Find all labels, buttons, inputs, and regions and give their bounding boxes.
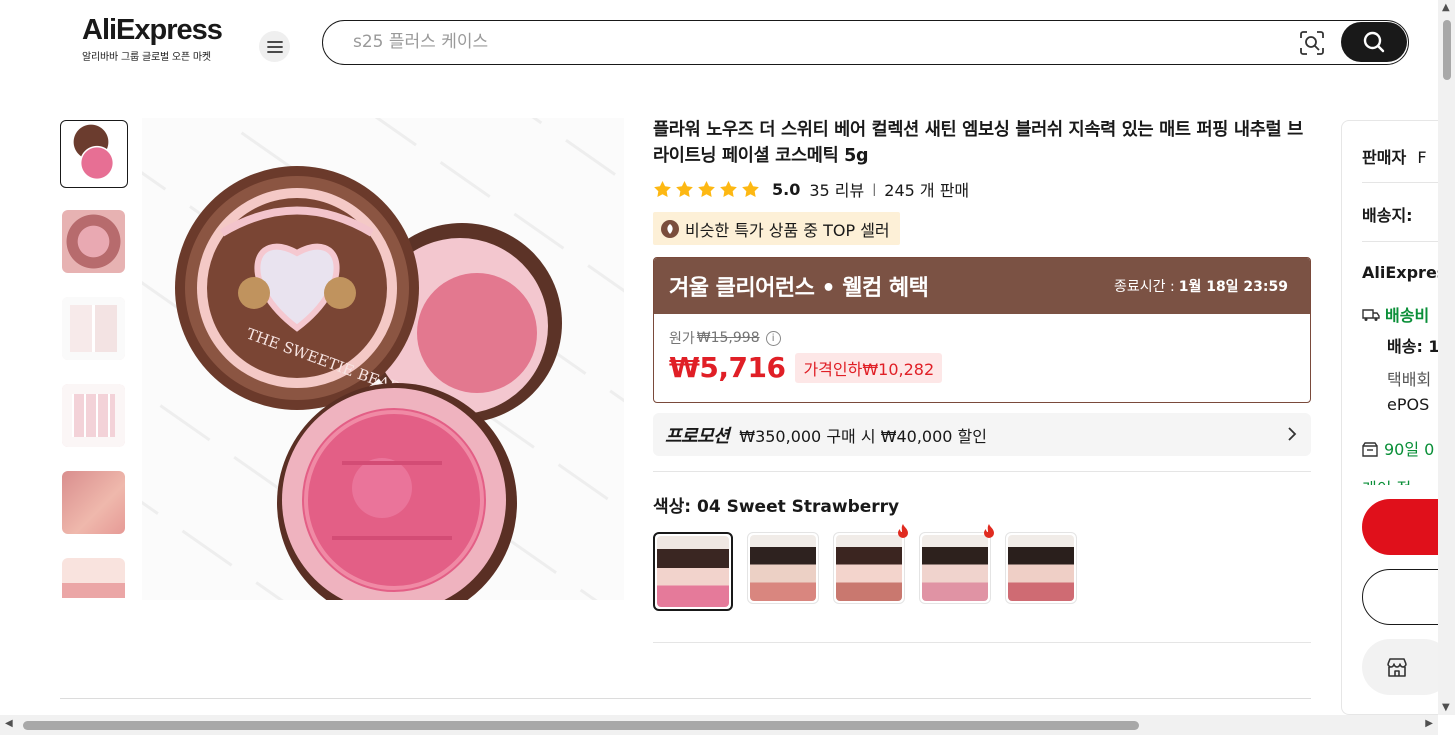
divider (653, 642, 1311, 643)
courier-name-2: ePOS (1387, 395, 1430, 414)
seller-row: 판매자 F (1362, 144, 1427, 168)
price-box: 겨울 클리어런스 • 웰컴 혜택 종료시간 :1월 18일 23:59 원가 ₩… (653, 257, 1311, 403)
color-label-text: 색상: (653, 497, 692, 517)
price-cut-badge: 가격인하₩10,282 (795, 352, 943, 383)
seller-value[interactable]: F (1417, 148, 1426, 167)
search-input[interactable] (353, 32, 1253, 52)
sold-count: 245 개 판매 (884, 181, 970, 200)
sale-end-time: 종료시간 :1월 18일 23:59 (1114, 276, 1288, 296)
blush-compact-image: THE SWEETIE BEAR (142, 118, 624, 600)
truck-icon (1362, 309, 1380, 321)
hamburger-icon (266, 40, 283, 53)
scroll-down-arrow[interactable]: ▼ (1442, 702, 1450, 713)
promotion-label: 프로모션 (665, 425, 730, 447)
search-icon (1363, 31, 1385, 53)
thumbnail-1[interactable] (60, 120, 128, 188)
aliexpress-logo[interactable]: AliExpress 알리바바 그룹 글로벌 오픈 마켓 (82, 14, 242, 63)
star-icon (654, 180, 671, 197)
shipper-name: AliExpres (1362, 263, 1438, 282)
hot-icon (898, 524, 908, 538)
product-title: 플라워 노우즈 더 스위티 베어 컬렉션 새틴 엠보싱 블러쉬 지속력 있는 매… (653, 120, 1303, 166)
logo-tagline: 알리바바 그룹 글로벌 오픈 마켓 (82, 52, 211, 63)
original-price-label: 원가 (669, 331, 695, 347)
badge-text: 비슷한 특가 상품 중 TOP 셀러 (685, 220, 890, 240)
return-policy-row[interactable]: 90일 0 (1362, 436, 1434, 460)
star-icon (676, 180, 693, 197)
star-icon (698, 180, 715, 197)
store-icon (1387, 658, 1407, 677)
promotion-row[interactable]: 프로모션 ₩350,000 구매 시 ₩40,000 할인 (653, 413, 1311, 456)
thumbnail-2[interactable] (62, 210, 125, 273)
divider (653, 471, 1311, 472)
store-button[interactable] (1362, 639, 1438, 695)
info-icon[interactable]: i (765, 330, 781, 346)
more-row: 게이 적 (1362, 475, 1411, 485)
color-swatches (653, 524, 1077, 611)
sale-end-value: 1월 18일 23:59 (1178, 279, 1288, 295)
thumbnail-4[interactable] (62, 384, 125, 447)
top-seller-badge: 비슷한 특가 상품 중 TOP 셀러 (653, 212, 900, 245)
search-button[interactable] (1341, 22, 1407, 62)
scroll-up-arrow[interactable]: ▲ (1442, 2, 1450, 13)
color-swatch-1[interactable] (653, 532, 733, 611)
add-to-cart-button[interactable] (1362, 569, 1438, 625)
thumbnail-3[interactable] (62, 297, 125, 360)
logo-wordmark: AliExpress (82, 14, 223, 46)
seller-label: 판매자 (1362, 148, 1407, 167)
rating-row: 5.0 35 리뷰 | 245 개 판매 (653, 177, 969, 201)
horizontal-scrollbar[interactable]: ◀ ▶ (0, 715, 1438, 735)
color-swatch-4[interactable] (919, 524, 994, 604)
color-label: 색상: 04 Sweet Strawberry (653, 492, 899, 517)
separator: | (872, 182, 877, 196)
medal-icon (661, 219, 679, 238)
current-price: ₩5,716 (669, 351, 786, 384)
scroll-left-arrow[interactable]: ◀ (5, 718, 13, 729)
return-box-icon (1362, 442, 1378, 457)
sale-end-label: 종료시간 : (1114, 279, 1175, 295)
shipping-fee: 배송비 (1385, 306, 1430, 325)
section-divider (60, 698, 1311, 699)
color-swatch-5[interactable] (1005, 532, 1077, 604)
color-swatch-3[interactable] (833, 524, 908, 604)
star-icon (720, 180, 737, 197)
star-icon (742, 180, 759, 197)
thumbnail-6[interactable] (62, 558, 125, 598)
buy-now-button[interactable] (1362, 499, 1438, 555)
image-search-icon[interactable] (1299, 30, 1325, 56)
scroll-right-arrow[interactable]: ▶ (1425, 718, 1433, 729)
rating-score: 5.0 (772, 179, 801, 199)
hot-icon (984, 524, 994, 538)
original-price: ₩15,998 (696, 330, 760, 346)
star-rating (653, 180, 760, 199)
thumbnail-list (60, 120, 128, 598)
color-swatch-2[interactable] (747, 532, 819, 604)
horizontal-scroll-thumb[interactable] (23, 721, 1139, 730)
divider (1362, 182, 1438, 183)
main-product-image[interactable]: THE SWEETIE BEAR (142, 118, 624, 600)
divider (1362, 241, 1438, 242)
search-bar (322, 20, 1409, 65)
courier-name: 택배회 (1387, 370, 1432, 389)
color-value: 04 Sweet Strawberry (697, 497, 900, 517)
purchase-panel: 판매자 F 배송지: AliExpres 배송비 배송: 1 택배회 ePOS … (1341, 120, 1438, 715)
sale-banner: 겨울 클리어런스 • 웰컴 혜택 종료시간 :1월 18일 23:59 (654, 258, 1310, 314)
return-policy: 90일 0 (1384, 440, 1435, 459)
thumbnail-5[interactable] (62, 471, 125, 534)
vertical-scrollbar[interactable]: ▲ ▼ (1438, 0, 1455, 715)
delivery-date: 배송: 1 (1387, 337, 1438, 356)
original-price-row: 원가 ₩15,998 i (669, 328, 1295, 348)
menu-button[interactable] (259, 31, 290, 62)
ship-to-label: 배송지: (1362, 206, 1413, 225)
review-count-link[interactable]: 35 리뷰 (809, 177, 864, 201)
chevron-right-icon (1288, 427, 1297, 441)
vertical-scroll-thumb[interactable] (1443, 20, 1451, 80)
promotion-text: ₩350,000 구매 시 ₩40,000 할인 (739, 426, 987, 446)
shipping-fee-row: 배송비 (1362, 302, 1429, 326)
sale-banner-title: 겨울 클리어런스 • 웰컴 혜택 (669, 276, 929, 301)
